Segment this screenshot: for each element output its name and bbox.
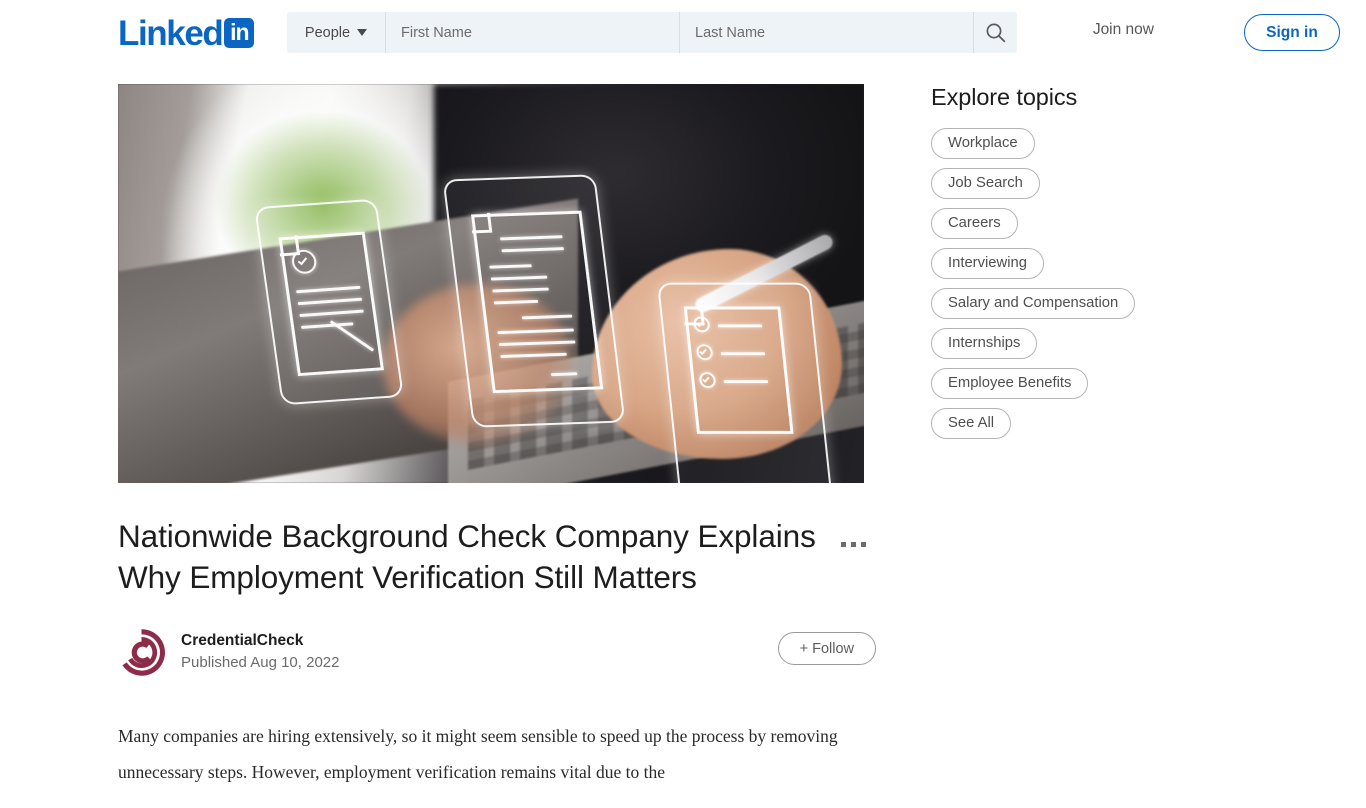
- explore-topics-sidebar: Explore topics Workplace Job Search Care…: [931, 84, 1261, 448]
- topic-pill-internships[interactable]: Internships: [931, 328, 1038, 359]
- topic-pill-row: Internships: [931, 328, 1261, 368]
- hero-doc-card-3: [657, 282, 835, 483]
- search-facet-dropdown[interactable]: People: [287, 12, 386, 53]
- topic-pill-see-all[interactable]: See All: [931, 408, 1012, 439]
- ellipsis-icon[interactable]: [839, 536, 868, 553]
- ellipsis-dot: [861, 542, 866, 547]
- article-byline: CredentialCheck Published Aug 10, 2022 +…: [118, 626, 876, 678]
- logo-in-text: in: [230, 18, 249, 45]
- logo-in-badge: in: [224, 18, 255, 48]
- chevron-down-icon: [357, 29, 368, 36]
- hero-doc-card-2: [442, 174, 626, 428]
- join-now-link[interactable]: Join now: [1093, 21, 1154, 39]
- avatar[interactable]: [118, 628, 165, 676]
- topic-pill-row: Employee Benefits: [931, 368, 1261, 408]
- topic-pill-row: Job Search: [931, 168, 1261, 208]
- article-body-paragraph: Many companies are hiring extensively, s…: [118, 726, 838, 782]
- hero-checklist-line: [723, 380, 769, 384]
- search-bar: People: [287, 12, 1017, 53]
- article-hero-image: [118, 84, 864, 483]
- ellipsis-dot: [851, 542, 856, 547]
- hero-checklist-line: [720, 352, 766, 356]
- topic-pill-row: Interviewing: [931, 248, 1261, 288]
- author-meta: CredentialCheck Published Aug 10, 2022: [181, 631, 339, 674]
- topic-pill-employee-benefits[interactable]: Employee Benefits: [931, 368, 1089, 399]
- topic-pill-interviewing[interactable]: Interviewing: [931, 248, 1044, 279]
- article-title: Nationwide Background Check Company Expl…: [118, 518, 816, 595]
- search-submit-button[interactable]: [973, 12, 1017, 53]
- topic-pill-row: Salary and Compensation: [931, 288, 1261, 328]
- search-facet-label: People: [304, 24, 351, 41]
- topic-pill-salary-and-compensation[interactable]: Salary and Compensation: [931, 288, 1136, 319]
- credentialcheck-logo-icon: [122, 628, 165, 676]
- logo-wordmark: Linked: [118, 13, 224, 53]
- topic-pill-row: Workplace: [931, 128, 1261, 168]
- sidebar-title: Explore topics: [931, 84, 1078, 110]
- topic-pill-row: See All: [931, 408, 1261, 448]
- author-name[interactable]: CredentialCheck: [181, 631, 339, 651]
- topic-pill-careers[interactable]: Careers: [931, 208, 1018, 239]
- last-name-input[interactable]: [680, 12, 973, 53]
- published-date: Published Aug 10, 2022: [181, 653, 340, 671]
- follow-button[interactable]: + Follow: [777, 632, 876, 665]
- linkedin-logo[interactable]: Linked in: [118, 13, 255, 53]
- sign-in-button[interactable]: Sign in: [1244, 14, 1340, 51]
- topic-pill-job-search[interactable]: Job Search: [931, 168, 1040, 199]
- topic-pill-workplace[interactable]: Workplace: [931, 128, 1035, 159]
- ellipsis-dot: [841, 542, 846, 547]
- article-column: Nationwide Background Check Company Expl…: [118, 84, 876, 808]
- topic-pill-list: Workplace Job Search Careers Interviewin…: [931, 128, 1261, 448]
- first-name-input[interactable]: [386, 12, 679, 53]
- global-header: Linked in People Join now Sign in: [0, 0, 1366, 65]
- topic-pill-row: Careers: [931, 208, 1261, 248]
- search-icon: [986, 23, 1006, 43]
- hero-checklist-line: [717, 324, 763, 328]
- article-title-row: Nationwide Background Check Company Expl…: [118, 516, 866, 598]
